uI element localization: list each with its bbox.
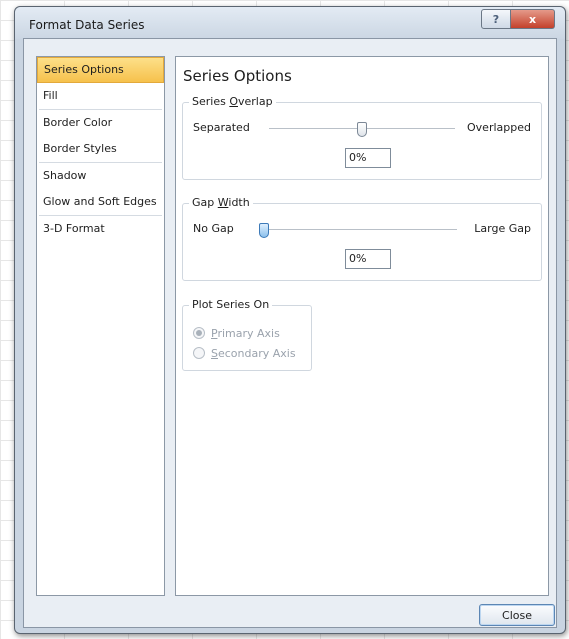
- gap-slider-track[interactable]: [259, 223, 457, 238]
- title-bar-buttons: ? x: [481, 9, 555, 29]
- label-text: Series: [192, 95, 230, 108]
- window-title: Format Data Series: [29, 18, 145, 32]
- overlap-slider-track[interactable]: [269, 122, 455, 137]
- nav-item-fill[interactable]: Fill: [37, 83, 164, 109]
- radio-selected-dot: [196, 330, 202, 336]
- series-overlap-slider-row: Separated Overlapped: [183, 121, 541, 137]
- nav-item-series-options[interactable]: Series Options: [37, 57, 164, 83]
- overlap-slider-thumb[interactable]: [357, 122, 367, 137]
- help-button[interactable]: ?: [481, 9, 511, 29]
- secondary-axis-radio[interactable]: [193, 347, 205, 359]
- options-panel: Series Options Series Overlap Separated …: [175, 56, 549, 596]
- label-mnemonic: O: [229, 95, 238, 108]
- help-icon: ?: [492, 12, 500, 26]
- nav-item-3d-format[interactable]: 3-D Format: [37, 216, 164, 242]
- primary-axis-label: Primary Axis: [211, 327, 280, 340]
- gap-width-group: Gap Width No Gap Large Gap 0%: [182, 196, 542, 281]
- panel-title: Series Options: [183, 67, 292, 85]
- label-mnemonic: S: [211, 346, 218, 360]
- plot-series-on-group: Plot Series On Primary Axis Secondary Ax…: [182, 298, 312, 371]
- category-list: Series Options Fill Border Color Border …: [36, 56, 165, 596]
- secondary-axis-label: Secondary Axis: [211, 347, 296, 360]
- label-text: econdary Axis: [217, 346, 296, 360]
- gap-min-label: No Gap: [193, 222, 234, 235]
- gap-max-label: Large Gap: [474, 222, 531, 235]
- overlap-max-label: Overlapped: [467, 121, 531, 134]
- series-overlap-label: Series Overlap: [189, 95, 276, 108]
- label-text: Gap: [192, 196, 218, 209]
- nav-item-border-color[interactable]: Border Color: [37, 110, 164, 136]
- gap-width-slider-row: No Gap Large Gap: [183, 222, 541, 238]
- window-close-button[interactable]: x: [511, 9, 555, 29]
- close-button[interactable]: Close: [479, 604, 555, 626]
- gap-slider-thumb[interactable]: [259, 223, 269, 238]
- plot-series-on-label: Plot Series On: [189, 298, 273, 311]
- label-text: rimary Axis: [217, 326, 280, 340]
- title-bar[interactable]: Format Data Series ? x: [15, 7, 565, 39]
- series-overlap-group: Series Overlap Separated Overlapped 0%: [182, 95, 542, 180]
- secondary-axis-option[interactable]: Secondary Axis: [193, 345, 296, 361]
- label-mnemonic: W: [217, 196, 229, 209]
- label-text: verlap: [238, 95, 273, 108]
- nav-item-border-styles[interactable]: Border Styles: [37, 136, 164, 162]
- overlap-min-label: Separated: [193, 121, 250, 134]
- nav-item-glow-soft-edges[interactable]: Glow and Soft Edges: [37, 189, 164, 215]
- nav-item-shadow[interactable]: Shadow: [37, 163, 164, 189]
- close-icon: x: [528, 12, 537, 26]
- label-text: idth: [228, 196, 250, 209]
- primary-axis-radio[interactable]: [193, 327, 205, 339]
- overlap-value-input[interactable]: 0%: [345, 148, 391, 168]
- gap-value-input[interactable]: 0%: [345, 249, 391, 269]
- primary-axis-option[interactable]: Primary Axis: [193, 325, 280, 341]
- gap-width-label: Gap Width: [189, 196, 253, 209]
- dialog-client-area: Series Options Fill Border Color Border …: [23, 38, 557, 628]
- format-data-series-dialog: Format Data Series ? x Series Options Fi…: [14, 6, 566, 634]
